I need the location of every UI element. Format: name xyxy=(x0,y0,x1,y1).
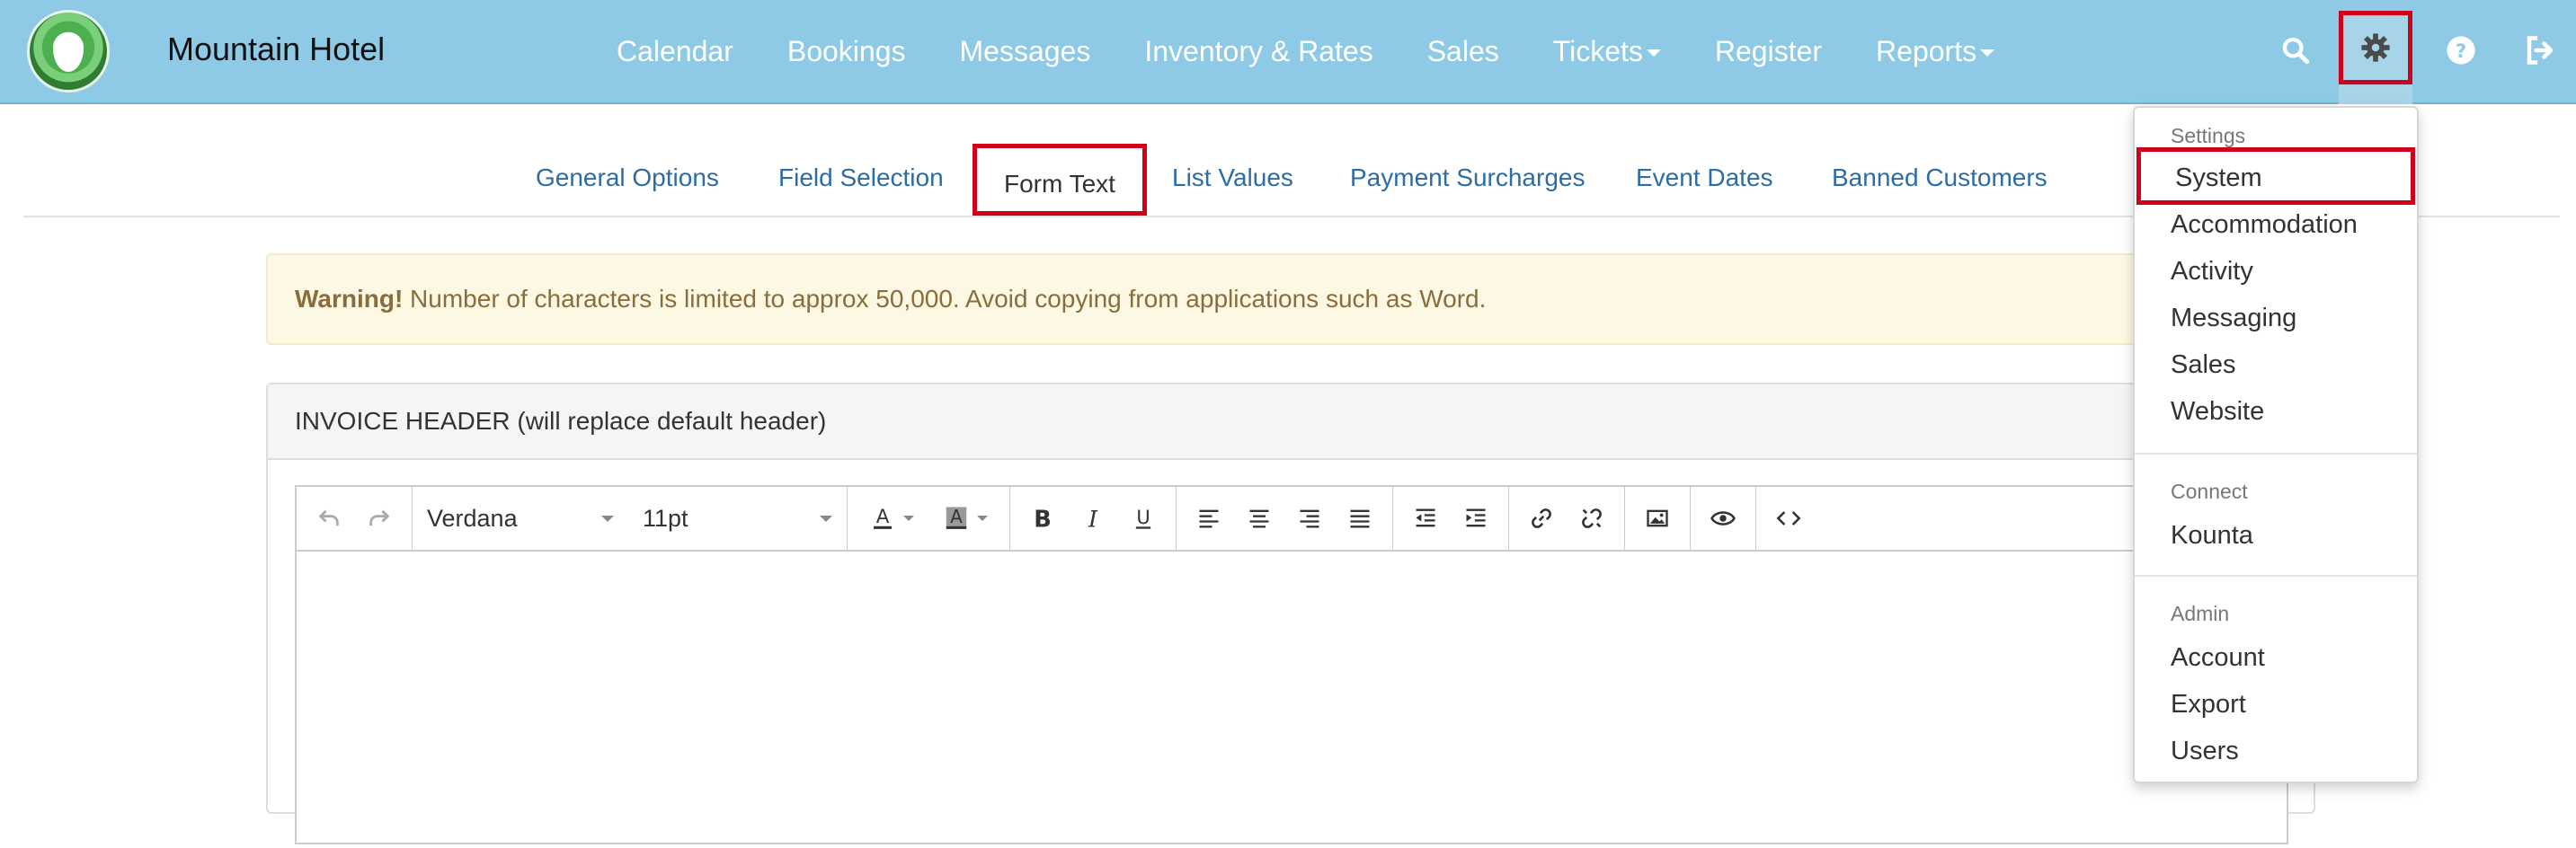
align-center-icon[interactable] xyxy=(1234,493,1284,543)
tab-field-selection[interactable]: Field Selection xyxy=(778,163,944,192)
menu-item-messaging[interactable]: Messaging xyxy=(2171,304,2296,333)
menu-item-sales[interactable]: Sales xyxy=(2171,350,2236,380)
dropdown-header-settings: Settings xyxy=(2171,124,2246,147)
italic-button[interactable]: I xyxy=(1068,493,1118,543)
caret-down-icon xyxy=(1646,49,1661,57)
menu-item-users[interactable]: Users xyxy=(2171,737,2239,766)
warning-strong: Warning! xyxy=(295,285,404,313)
chevron-down-icon xyxy=(977,516,988,521)
source-code-icon[interactable] xyxy=(1763,493,1814,543)
svg-text:U: U xyxy=(1136,507,1150,528)
menu-item-accommodation[interactable]: Accommodation xyxy=(2171,210,2358,240)
outdent-icon[interactable] xyxy=(1400,493,1451,543)
nav-calendar[interactable]: Calendar xyxy=(617,35,733,68)
svg-text:A: A xyxy=(950,506,963,527)
settings-dropdown-menu: Settings System Accommodation Activity M… xyxy=(2133,106,2419,783)
editor-content-area[interactable] xyxy=(297,552,2287,848)
rich-text-editor: Verdana 11pt A A B I U xyxy=(295,485,2288,844)
indent-icon[interactable] xyxy=(1451,493,1501,543)
align-left-icon[interactable] xyxy=(1184,493,1234,543)
menu-item-account[interactable]: Account xyxy=(2171,643,2265,673)
undo-button[interactable] xyxy=(304,493,354,543)
help-icon[interactable]: ? xyxy=(2441,31,2481,70)
nav-sales[interactable]: Sales xyxy=(1427,35,1499,68)
bold-button[interactable]: B xyxy=(1017,493,1068,543)
tab-banned-customers[interactable]: Banned Customers xyxy=(1832,163,2047,192)
svg-text:?: ? xyxy=(2456,40,2466,63)
invoice-header-panel: INVOICE HEADER (will replace default hea… xyxy=(266,383,2315,844)
font-size-select[interactable]: 11pt xyxy=(628,487,848,550)
background-color-button[interactable]: A xyxy=(928,493,1002,543)
menu-item-export[interactable]: Export xyxy=(2171,690,2246,720)
search-icon[interactable] xyxy=(2276,31,2315,70)
image-icon[interactable] xyxy=(1632,493,1683,543)
settings-tab-bg xyxy=(2339,84,2412,104)
dropdown-divider xyxy=(2135,575,2417,577)
tab-payment-surcharges[interactable]: Payment Surcharges xyxy=(1350,163,1585,192)
hotel-logo[interactable] xyxy=(27,10,110,93)
svg-text:B: B xyxy=(1034,506,1052,531)
align-justify-icon[interactable] xyxy=(1335,493,1385,543)
nav-tickets[interactable]: Tickets xyxy=(1553,35,1661,68)
dropdown-header-admin: Admin xyxy=(2171,602,2230,625)
font-family-select[interactable]: Verdana xyxy=(413,487,628,550)
nav-register[interactable]: Register xyxy=(1715,35,1822,68)
unlink-icon[interactable] xyxy=(1567,493,1617,543)
menu-item-kounta[interactable]: Kounta xyxy=(2171,521,2253,551)
top-navbar: Mountain Hotel Calendar Bookings Message… xyxy=(0,0,2576,104)
nav-inventory-rates[interactable]: Inventory & Rates xyxy=(1144,35,1372,68)
align-right-icon[interactable] xyxy=(1284,493,1335,543)
tab-form-text[interactable]: Form Text xyxy=(973,144,1147,216)
warning-alert: Warning! Number of characters is limited… xyxy=(266,253,2315,345)
link-icon[interactable] xyxy=(1516,493,1567,543)
chevron-down-icon xyxy=(903,516,914,521)
logout-icon[interactable] xyxy=(2520,31,2560,70)
preview-eye-icon[interactable] xyxy=(1698,493,1748,543)
settings-button[interactable] xyxy=(2339,11,2412,84)
chevron-down-icon xyxy=(601,515,614,522)
caret-down-icon xyxy=(1980,49,1995,57)
nav-bookings[interactable]: Bookings xyxy=(787,35,906,68)
panel-title: INVOICE HEADER (will replace default hea… xyxy=(268,384,2314,460)
nav-messages[interactable]: Messages xyxy=(960,35,1091,68)
warning-text: Number of characters is limited to appro… xyxy=(403,285,1487,313)
svg-text:A: A xyxy=(876,506,890,528)
main-nav: Calendar Bookings Messages Inventory & R… xyxy=(617,0,2048,102)
tab-event-dates[interactable]: Event Dates xyxy=(1636,163,1773,192)
gear-icon xyxy=(2361,33,2390,62)
underline-button[interactable]: U xyxy=(1118,493,1168,543)
tab-general-options[interactable]: General Options xyxy=(536,163,719,192)
chevron-down-icon xyxy=(820,515,832,522)
menu-item-system[interactable]: System xyxy=(2136,147,2415,205)
text-color-button[interactable]: A xyxy=(855,493,928,543)
redo-button[interactable] xyxy=(354,493,404,543)
nav-reports[interactable]: Reports xyxy=(1876,35,1995,68)
dropdown-header-connect: Connect xyxy=(2171,480,2248,503)
svg-text:I: I xyxy=(1088,506,1098,531)
menu-item-website[interactable]: Website xyxy=(2171,397,2264,427)
brand-name[interactable]: Mountain Hotel xyxy=(167,31,385,68)
menu-item-activity[interactable]: Activity xyxy=(2171,257,2253,287)
dropdown-divider xyxy=(2135,453,2417,455)
editor-toolbar: Verdana 11pt A A B I U xyxy=(297,487,2287,552)
tab-list-values[interactable]: List Values xyxy=(1172,163,1293,192)
